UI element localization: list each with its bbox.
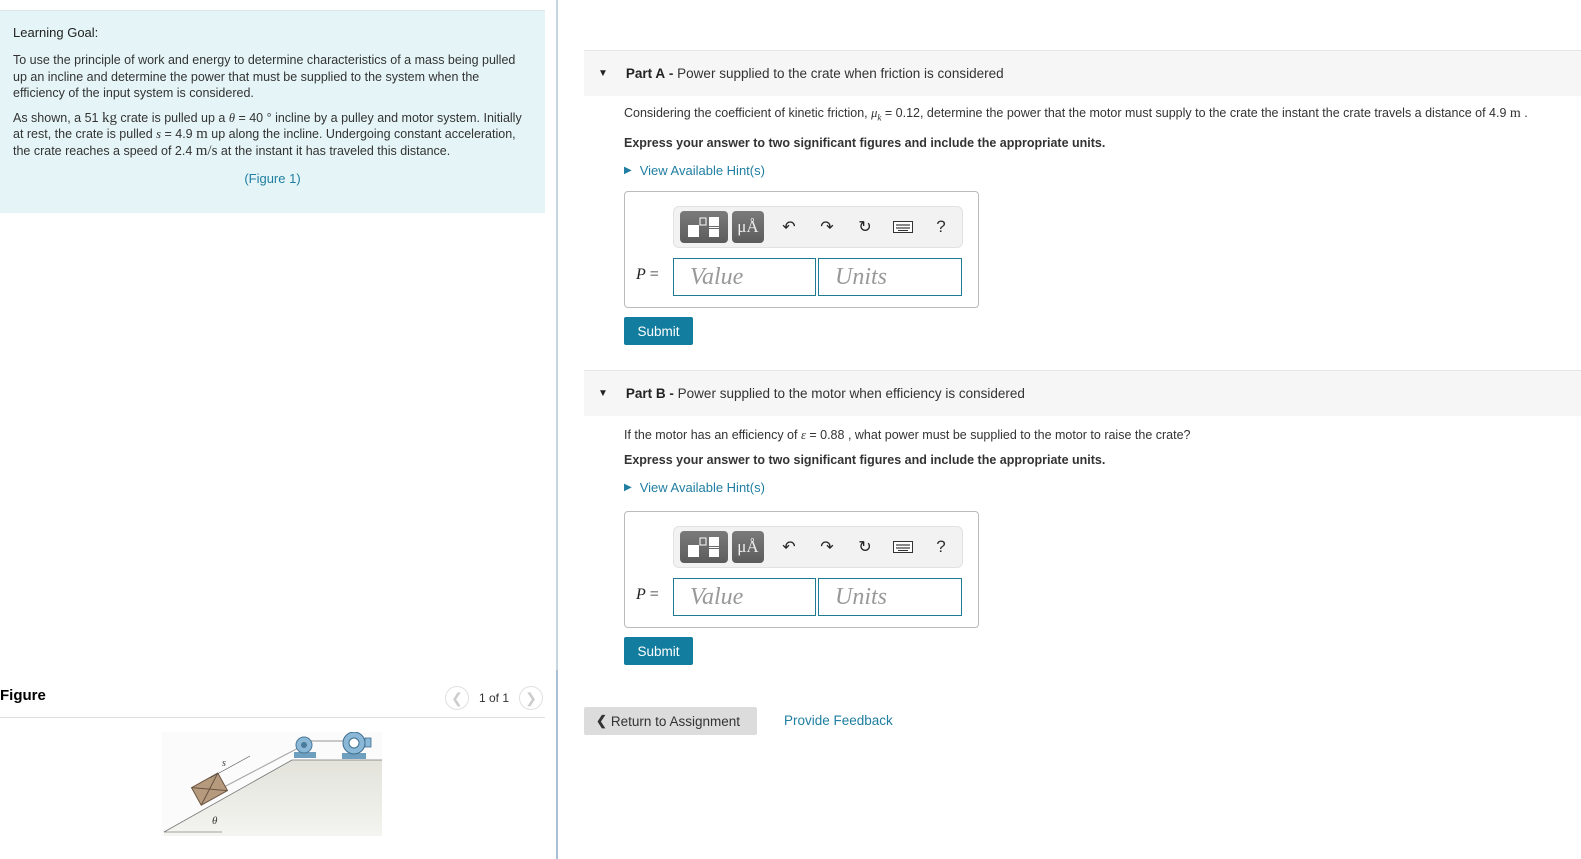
prev-figure-button[interactable]: ❮	[444, 686, 469, 710]
distance-label-s: s	[222, 758, 226, 769]
part-a-value-input[interactable]: Value	[673, 258, 816, 296]
part-a-answer-box: μÅ ↶ ↷ ↻ ? P = Value Units	[624, 191, 979, 308]
next-figure-button[interactable]: ❯	[519, 686, 543, 710]
figure-title: Figure	[0, 687, 46, 704]
provide-feedback-link[interactable]: Provide Feedback	[784, 713, 893, 728]
figure-pagination: ❮ 1 of 1 ❯	[444, 686, 543, 710]
units-button[interactable]: μÅ	[732, 531, 764, 563]
angle-label-theta: θ	[212, 815, 218, 827]
part-a-header[interactable]: ▼ Part A - Power supplied to the crate w…	[584, 50, 1581, 96]
part-a-question: Considering the coefficient of kinetic f…	[624, 106, 1528, 123]
chevron-left-icon: ❮	[596, 713, 607, 728]
pane-divider-handle[interactable]	[556, 670, 558, 859]
part-a-variable-label: P =	[636, 266, 659, 283]
chevron-right-icon: ❯	[525, 689, 537, 706]
caret-right-icon: ▶	[624, 164, 632, 176]
part-b-hint-toggle[interactable]: ▶ View Available Hint(s)	[624, 480, 1581, 495]
chevron-left-icon: ❮	[451, 689, 463, 706]
reset-icon[interactable]: ↻	[846, 537, 884, 557]
part-a-instructions: Express your answer to two significant f…	[624, 135, 1106, 150]
keyboard-icon[interactable]	[884, 541, 922, 553]
problem-statement: As shown, a 51 kg crate is pulled up a θ…	[13, 109, 522, 159]
redo-icon[interactable]: ↷	[808, 537, 846, 557]
learning-goal-heading: Learning Goal:	[13, 25, 99, 40]
part-b-title: Power supplied to the motor when efficie…	[677, 386, 1025, 401]
part-a-units-input[interactable]: Units	[818, 258, 962, 296]
part-b-units-input[interactable]: Units	[818, 578, 962, 616]
part-a-hint-toggle[interactable]: ▶ View Available Hint(s)	[624, 163, 1581, 178]
part-b-value-input[interactable]: Value	[673, 578, 816, 616]
collapse-triangle-icon: ▼	[598, 68, 608, 79]
part-a-label: Part A	[625, 66, 666, 81]
learning-goal-text: To use the principle of work and energy …	[13, 53, 516, 100]
part-b-math-toolbar: μÅ ↶ ↷ ↻ ?	[673, 526, 963, 568]
part-a-submit-button[interactable]: Submit	[624, 317, 693, 345]
part-b-variable-label: P =	[636, 586, 659, 603]
undo-icon[interactable]: ↶	[770, 537, 808, 557]
help-icon[interactable]: ?	[922, 217, 960, 237]
part-b-header[interactable]: ▼ Part B - Power supplied to the motor w…	[584, 370, 1581, 416]
caret-right-icon: ▶	[624, 482, 632, 493]
return-to-assignment-button[interactable]: ❮ Return to Assignment	[584, 707, 757, 735]
templates-icon	[688, 217, 719, 237]
part-a-math-toolbar: μÅ ↶ ↷ ↻ ?	[673, 206, 963, 248]
learning-goal-panel: Learning Goal: To use the principle of w…	[0, 10, 545, 213]
help-icon[interactable]: ?	[922, 537, 960, 557]
templates-icon	[688, 537, 719, 557]
part-b-label: Part B	[625, 386, 666, 401]
reset-icon[interactable]: ↻	[846, 217, 884, 237]
part-b-body: If the motor has an efficiency of ε = 0.…	[624, 427, 1581, 495]
figure-header: Figure ❮ 1 of 1 ❯	[0, 684, 545, 718]
part-b-answer-box: μÅ ↶ ↷ ↻ ? P = Value Units	[624, 511, 979, 628]
templates-button[interactable]	[680, 531, 728, 563]
figure-link[interactable]: (Figure 1)	[13, 171, 532, 186]
right-pane: ▼ Part A - Power supplied to the crate w…	[584, 0, 1581, 859]
part-a-body: Considering the coefficient of kinetic f…	[624, 105, 1581, 178]
collapse-triangle-icon: ▼	[598, 388, 608, 399]
figure-incline-diagram: s θ	[162, 732, 382, 836]
part-b-question: If the motor has an efficiency of ε = 0.…	[624, 428, 1191, 442]
figure-page-count: 1 of 1	[478, 691, 509, 705]
part-b-submit-button[interactable]: Submit	[624, 637, 693, 665]
redo-icon[interactable]: ↷	[808, 217, 846, 237]
part-b-instructions: Express your answer to two significant f…	[624, 453, 1106, 467]
undo-icon[interactable]: ↶	[770, 217, 808, 237]
keyboard-icon[interactable]	[884, 221, 922, 233]
part-a-title: Power supplied to the crate when frictio…	[677, 66, 1004, 81]
templates-button[interactable]	[680, 211, 728, 243]
units-button[interactable]: μÅ	[732, 211, 764, 243]
left-pane: Learning Goal: To use the principle of w…	[0, 0, 545, 859]
